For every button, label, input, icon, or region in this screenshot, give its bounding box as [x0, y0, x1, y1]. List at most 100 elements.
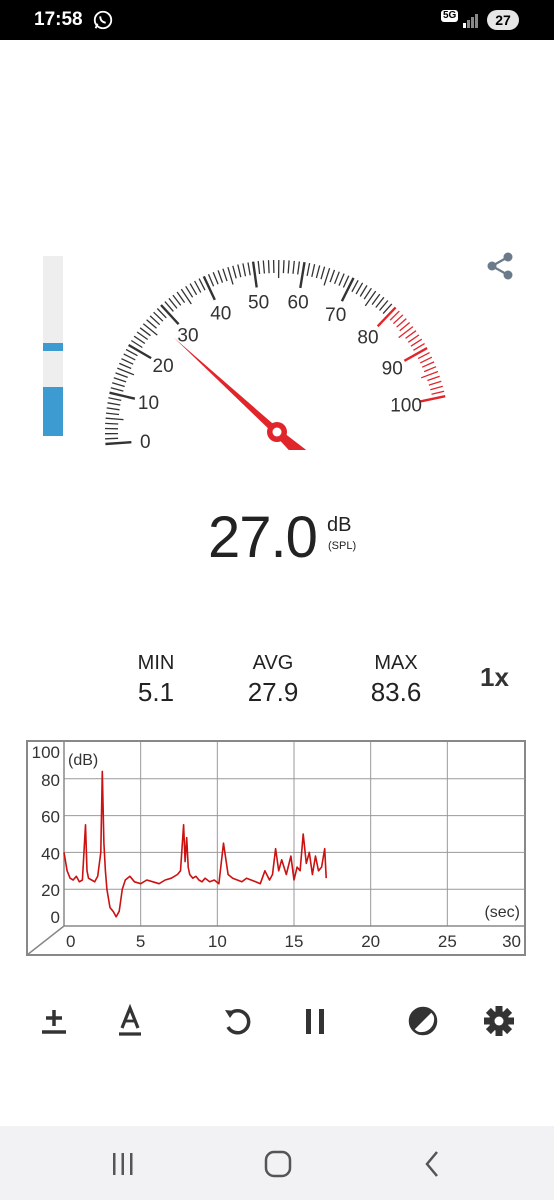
gauge-minor-tick	[189, 283, 198, 296]
gauge-scale-label: 40	[210, 304, 231, 325]
gauge-needle-hub-center	[272, 427, 282, 437]
settings-icon	[484, 1006, 514, 1036]
gauge-minor-tick	[207, 273, 215, 287]
sound-level-gauge: 01020304050 60708090100	[104, 259, 446, 450]
gauge-minor-tick	[262, 260, 266, 274]
gauge-minor-tick	[242, 263, 247, 277]
battery-icon: 27	[487, 10, 519, 30]
gauge-minor-tick	[359, 285, 368, 297]
gauge-minor-tick	[257, 260, 261, 275]
settings-button[interactable]	[479, 1000, 519, 1044]
gauge-major-tick	[299, 262, 306, 289]
gauge-minor-tick	[338, 273, 345, 286]
gauge-minor-tick	[227, 267, 234, 285]
gauge-minor-tick	[342, 275, 350, 288]
chart-y-axis-label: (dB)	[68, 752, 98, 769]
gauge-minor-tick	[237, 264, 242, 278]
recent-apps-icon	[113, 1153, 133, 1175]
calibration-button[interactable]	[34, 1000, 74, 1044]
gauge-minor-tick	[355, 282, 364, 295]
gauge-minor-tick	[212, 272, 219, 285]
stat-max-value: 83.6	[370, 677, 422, 707]
gauge-minor-tick	[105, 412, 120, 416]
back-button[interactable]	[413, 1146, 453, 1182]
chart-x-tick-label: 10	[208, 932, 227, 951]
chart-x-tick-label: 20	[361, 932, 380, 951]
gauge-minor-tick	[351, 279, 359, 293]
toolbar	[0, 1000, 554, 1044]
recent-apps-button[interactable]	[103, 1146, 143, 1182]
reset-icon	[225, 1009, 251, 1035]
gauge-minor-tick	[323, 268, 331, 286]
home-icon	[264, 1150, 292, 1178]
gauge-major-tick	[419, 395, 446, 403]
reading-unit-sub: (SPL)	[328, 540, 357, 552]
gauge-minor-tick	[106, 407, 120, 411]
stat-min-label: MIN	[137, 652, 175, 674]
level-meter	[43, 256, 63, 436]
gauge-scale-label: 90	[382, 359, 403, 380]
weighting-button[interactable]	[110, 1000, 150, 1044]
current-reading: 27.0 dB (SPL)	[0, 500, 554, 580]
gauge-scale-label: 20	[153, 356, 174, 377]
gauge-minor-tick	[311, 264, 316, 278]
gauge-minor-tick	[110, 387, 124, 392]
gauge-minor-tick	[407, 334, 420, 343]
gauge-minor-tick	[333, 271, 340, 285]
gauge-scale-label: 60	[288, 293, 309, 314]
gauge-scale-label: 70	[325, 305, 346, 326]
gauge-scale-label: 0	[140, 432, 151, 450]
gauge-minor-tick	[410, 338, 423, 347]
status-bar: 17:58 5G 27	[0, 0, 554, 40]
gauge-minor-tick	[185, 285, 194, 298]
chart-x-tick-label: 30	[502, 932, 521, 951]
gauge-major-tick	[403, 347, 428, 362]
reading-value: 27.0	[208, 505, 318, 570]
gauge-major-tick	[105, 441, 132, 446]
gauge-minor-tick	[364, 290, 377, 307]
theme-icon	[408, 1006, 438, 1036]
gauge-minor-tick	[419, 356, 433, 364]
gauge-minor-tick	[105, 437, 119, 440]
speed-toggle-button[interactable]: 1x	[480, 662, 509, 693]
stat-avg-label: AVG	[252, 652, 294, 674]
gauge-minor-tick	[431, 390, 445, 395]
gauge-minor-tick	[297, 261, 301, 275]
home-button[interactable]	[258, 1146, 298, 1182]
theme-button[interactable]	[403, 1000, 443, 1044]
gauge-minor-tick	[121, 358, 134, 365]
chart-y-tick-label: 100	[32, 743, 60, 762]
share-icon[interactable]	[484, 250, 516, 282]
gauge-major-tick	[340, 277, 355, 302]
gauge-minor-tick	[306, 262, 311, 277]
chart-y-tick-label: 40	[41, 844, 60, 863]
gauge-needle	[173, 337, 307, 450]
whatsapp-icon	[93, 10, 113, 30]
gauge-minor-tick	[430, 385, 443, 391]
gauge-minor-tick	[421, 361, 435, 368]
pause-button[interactable]	[295, 1000, 335, 1044]
gauge-minor-tick	[222, 268, 228, 282]
gauge-scale-label: 80	[357, 327, 378, 348]
gauge-minor-tick	[180, 288, 192, 305]
stat-max: MAX 83.6	[346, 652, 446, 708]
stats-row: MIN 5.1 AVG 27.9 MAX 83.6	[0, 652, 554, 712]
chart-x-tick-label: 15	[285, 932, 304, 951]
gauge-minor-tick	[217, 270, 224, 283]
network-badge: 5G	[441, 10, 459, 22]
pause-icon	[306, 1009, 324, 1034]
signal-icon	[463, 14, 478, 28]
gauge-minor-tick	[363, 287, 372, 300]
gauge-minor-tick	[329, 269, 336, 283]
gauge-scale-label: 30	[177, 326, 198, 347]
gauge-minor-tick	[398, 326, 414, 339]
chart-y-tick-label: 80	[41, 771, 60, 790]
calibration-icon	[42, 1010, 66, 1034]
gauge-major-tick	[202, 275, 216, 301]
gauge-minor-tick	[133, 335, 146, 345]
gauge-scale-label: 10	[138, 393, 159, 414]
gauge-minor-tick	[105, 417, 124, 421]
chart-y-tick-label: 0	[51, 908, 60, 927]
chart-x-tick-label: 25	[438, 932, 457, 951]
reset-button[interactable]	[218, 1000, 258, 1044]
